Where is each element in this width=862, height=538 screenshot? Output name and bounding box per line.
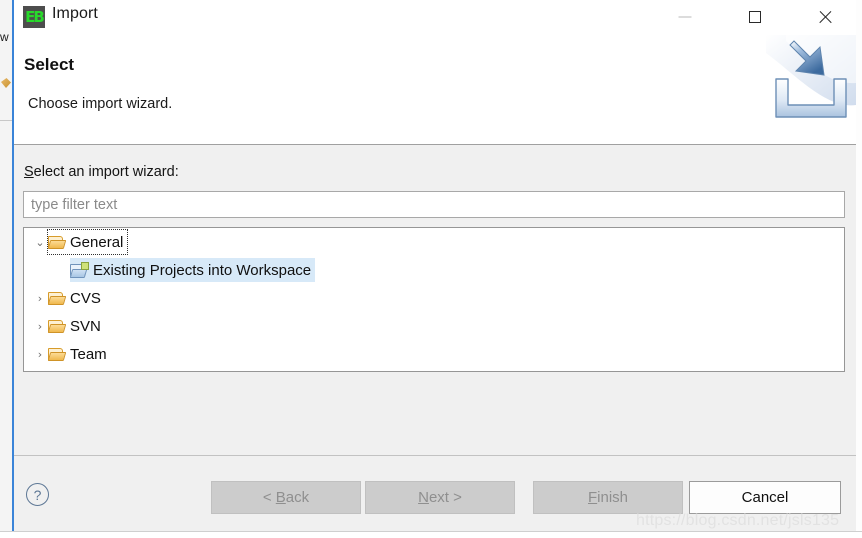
minimize-button[interactable] xyxy=(662,0,708,34)
window-title: Import xyxy=(52,5,98,22)
tree-item-label: CVS xyxy=(70,289,101,307)
next-button-mnemonic: N xyxy=(418,489,429,506)
next-button[interactable]: Next > xyxy=(365,481,515,514)
back-button-mnemonic: B xyxy=(275,489,286,506)
background-window-divider xyxy=(0,120,12,121)
next-button-suffix: > xyxy=(448,489,462,506)
close-button[interactable] xyxy=(802,0,848,34)
eclipse-eb-icon: EB xyxy=(23,6,45,28)
cancel-button-label: Cancel xyxy=(741,489,789,506)
maximize-button[interactable] xyxy=(732,0,778,34)
close-icon xyxy=(818,10,833,25)
tree-item-label: General xyxy=(70,233,124,251)
help-question-icon[interactable]: ? xyxy=(26,483,49,506)
tree-label-rest: elect an import wizard: xyxy=(33,164,179,180)
tree-item-existing-projects-content[interactable]: Existing Projects into Workspace xyxy=(69,258,316,282)
wizard-header: Select Choose import wizard. xyxy=(14,35,856,145)
maximize-icon xyxy=(749,11,761,23)
chevron-down-icon[interactable]: ⌄ xyxy=(32,237,48,248)
next-button-rest: ext xyxy=(428,489,449,506)
folder-open-icon xyxy=(47,235,67,249)
tree-item-cvs[interactable]: › CVS xyxy=(24,284,844,312)
tree-item-label: Team xyxy=(70,345,107,363)
wizard-content: Select an import wizard: ⌄ General Exist xyxy=(14,145,856,455)
back-button-rest: ack xyxy=(285,489,310,506)
background-window-icon-fragment xyxy=(1,78,11,88)
import-banner-icon xyxy=(766,35,856,118)
tree-item-general-content[interactable]: General xyxy=(46,229,129,255)
background-window-text-fragment: w xyxy=(0,30,9,44)
back-button-prefix: < xyxy=(262,489,276,506)
page-title: Select xyxy=(24,55,75,74)
dialog-button-bar: ? < Back Next > Finish Cancel xyxy=(14,455,856,532)
tree-item-svn-content[interactable]: SVN xyxy=(47,314,105,338)
tree-item-existing-projects-into-workspace[interactable]: Existing Projects into Workspace xyxy=(24,256,844,284)
background-window-bottom-sliver xyxy=(0,531,862,538)
filter-input[interactable] xyxy=(23,191,845,218)
tree-label-mnemonic: S xyxy=(24,164,34,180)
folder-open-icon xyxy=(47,347,67,361)
tree-item-team-content[interactable]: Team xyxy=(47,342,111,366)
tree-item-cvs-content[interactable]: CVS xyxy=(47,286,105,310)
minimize-icon xyxy=(678,16,692,18)
import-wizard-tree[interactable]: ⌄ General Existing Projects into Workspa… xyxy=(23,227,845,372)
chevron-right-icon[interactable]: › xyxy=(32,293,48,304)
background-window-left-sliver: w xyxy=(0,0,14,538)
folder-open-icon xyxy=(47,319,67,333)
tree-label: Select an import wizard: xyxy=(24,164,179,180)
tree-item-label: Existing Projects into Workspace xyxy=(93,261,312,279)
page-subtitle: Choose import wizard. xyxy=(28,96,173,112)
tree-item-general[interactable]: ⌄ General xyxy=(24,228,844,256)
chevron-right-icon[interactable]: › xyxy=(32,349,48,360)
back-button[interactable]: < Back xyxy=(211,481,361,514)
tree-item-team[interactable]: › Team xyxy=(24,340,844,368)
tree-item-label: SVN xyxy=(70,317,101,335)
title-bar: EB Import xyxy=(14,0,856,35)
finish-button-rest: inish xyxy=(597,489,629,506)
tree-item-svn[interactable]: › SVN xyxy=(24,312,844,340)
folder-import-icon xyxy=(69,261,89,278)
finish-button[interactable]: Finish xyxy=(533,481,683,514)
chevron-right-icon[interactable]: › xyxy=(32,321,48,332)
cancel-button[interactable]: Cancel xyxy=(689,481,841,514)
import-dialog: EB Import Select Choose import wizard. S… xyxy=(14,0,856,532)
folder-open-icon xyxy=(47,291,67,305)
finish-button-mnemonic: F xyxy=(587,489,598,506)
